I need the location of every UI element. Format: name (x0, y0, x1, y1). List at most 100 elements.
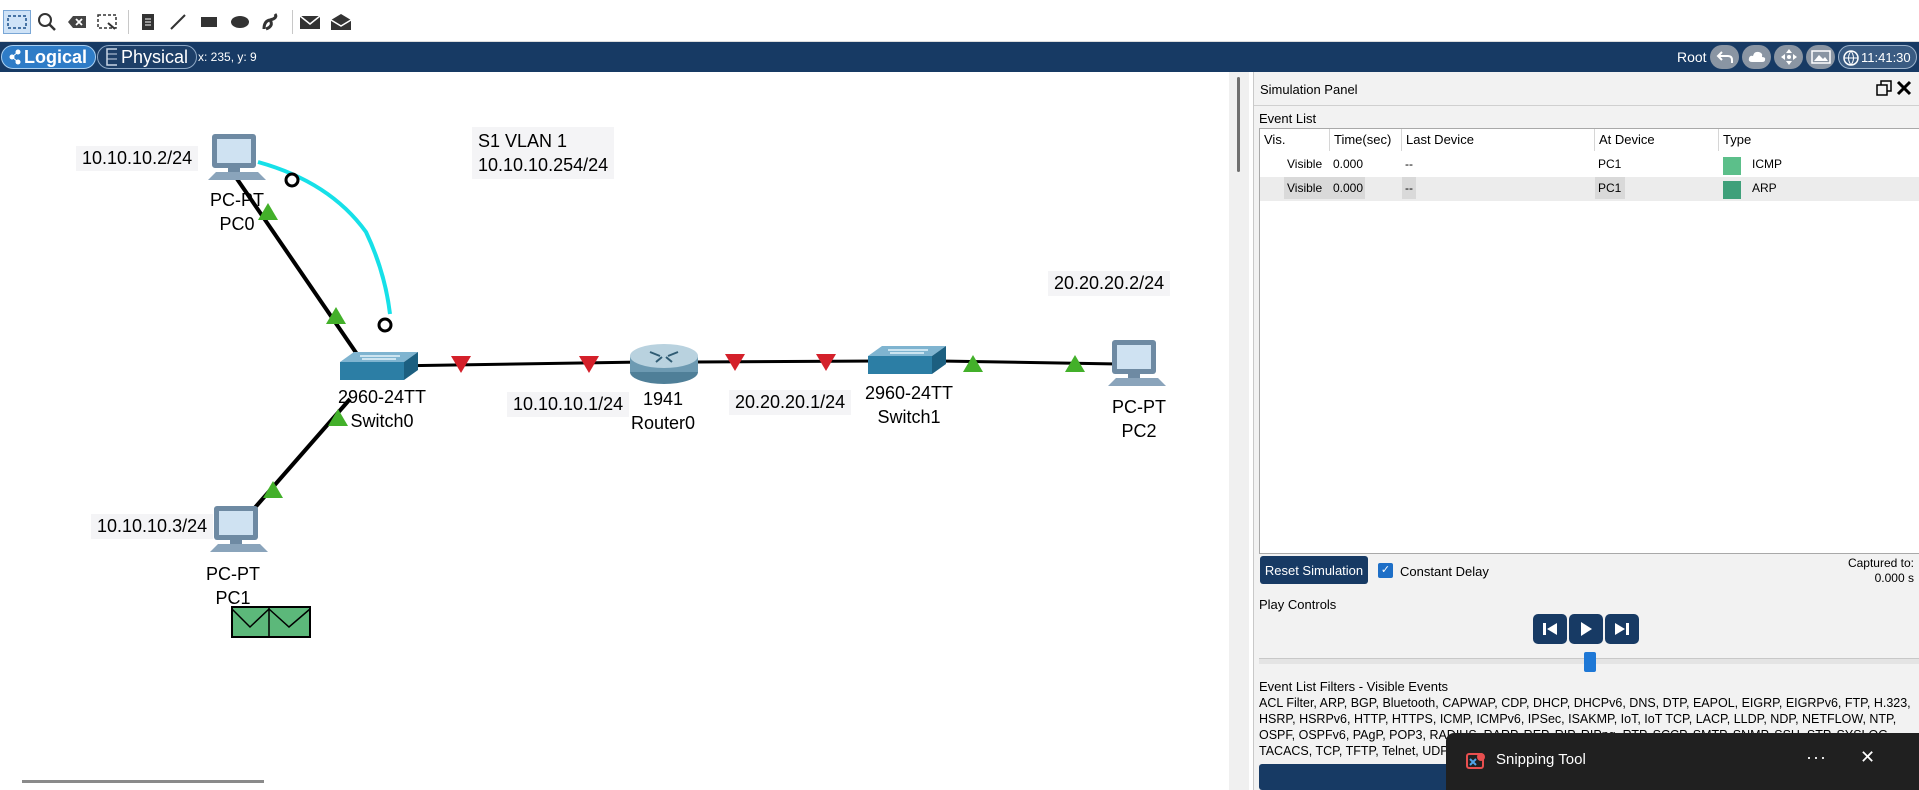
pc1-icon (210, 506, 268, 552)
draw-ellipse-tool-icon[interactable] (226, 10, 254, 34)
play-icon (1581, 622, 1592, 636)
captured-value: 0.000 s (1874, 571, 1914, 585)
pc2-ip-label[interactable]: 20.20.20.2/24 (1048, 271, 1171, 296)
main-toolbar (0, 0, 1919, 42)
router-g1-ip-label[interactable]: 20.20.20.1/24 (729, 390, 852, 415)
root-breadcrumb[interactable]: Root (1677, 49, 1707, 65)
simulation-clock[interactable]: 11:41:30 (1838, 45, 1917, 69)
link-router0-switch1 (694, 359, 881, 364)
pc2-model: PC-PT (1112, 397, 1166, 417)
router0-model: 1941 (642, 389, 684, 409)
event-filters-label: Event List Filters - Visible Events (1259, 679, 1449, 694)
step-back-icon (1543, 623, 1557, 635)
snipping-tool-icon (1466, 753, 1485, 769)
add-simple-pdu-icon[interactable] (296, 10, 324, 34)
column-header-last-device[interactable]: Last Device (1402, 129, 1595, 151)
switch1-label[interactable]: 2960-24TT Switch1 (857, 381, 961, 429)
physical-label: Physical (120, 46, 188, 67)
logical-workspace-canvas[interactable]: S1 VLAN 1 10.10.10.254/24 10.10.10.2/24 … (0, 72, 1229, 790)
event-at-device: PC1 (1598, 157, 1622, 171)
event-last-device: -- (1405, 157, 1413, 171)
event-list-label: Event List (1259, 111, 1317, 126)
step-forward-button[interactable] (1605, 614, 1639, 644)
table-row[interactable]: Visible 0.000 -- PC1 ARP (1260, 177, 1919, 201)
close-icon[interactable] (1895, 77, 1913, 103)
toast-close-icon[interactable]: ✕ (1860, 747, 1875, 768)
more-options-icon[interactable]: ··· (1806, 747, 1827, 768)
column-header-time[interactable]: Time(sec) (1330, 129, 1402, 151)
toast-title: Snipping Tool (1496, 751, 1586, 768)
captured-label: Captured to: (1847, 556, 1914, 570)
play-button[interactable] (1569, 614, 1603, 644)
captured-to-readout: Captured to: 0.000 s (1794, 556, 1914, 586)
play-controls-label: Play Controls (1259, 597, 1337, 612)
physical-view-button[interactable]: Physical (97, 45, 197, 69)
event-last-device: -- (1402, 177, 1416, 199)
cable-endpoint-marker (377, 317, 393, 333)
playback-slider-thumb[interactable] (1583, 652, 1596, 672)
clock-time: 11:41:30 (1861, 49, 1911, 65)
globe-clock-icon (1843, 50, 1859, 66)
draw-line-tool-icon[interactable] (164, 10, 192, 34)
switch1-model: 2960-24TT (864, 383, 954, 403)
switch1-icon (868, 346, 946, 374)
pc0-label[interactable]: PC-PT PC0 (200, 188, 274, 236)
event-color-swatch[interactable] (1723, 181, 1741, 199)
add-complex-pdu-icon[interactable] (327, 10, 355, 34)
resize-tool-icon[interactable] (93, 10, 121, 34)
router-g0-ip-label[interactable]: 10.10.10.1/24 (507, 392, 630, 417)
restore-icon[interactable] (1876, 80, 1892, 101)
pc0-icon (208, 134, 266, 180)
simulation-panel-header: Simulation Panel (1254, 72, 1919, 106)
column-header-type[interactable]: Type (1719, 129, 1919, 151)
pc2-icon (1108, 340, 1166, 386)
pc1-model: PC-PT (206, 564, 260, 584)
select-tool-icon[interactable] (3, 10, 31, 34)
back-arrow-icon[interactable] (1710, 45, 1739, 69)
pc1-name: PC1 (215, 588, 251, 608)
draw-rectangle-tool-icon[interactable] (195, 10, 223, 34)
column-header-vis[interactable]: Vis. (1260, 129, 1330, 151)
horizontal-scrollbar-thumb[interactable] (22, 780, 264, 783)
delete-tool-icon[interactable] (63, 10, 91, 34)
step-back-button[interactable] (1533, 614, 1567, 644)
step-forward-icon (1615, 623, 1629, 635)
pc2-label[interactable]: PC-PT PC2 (1102, 395, 1176, 443)
link-light-switch1-pc2 (963, 355, 983, 372)
topology-drawing (208, 134, 1166, 638)
inspect-tool-icon[interactable] (33, 10, 61, 34)
event-at-device: PC1 (1595, 177, 1625, 199)
freeform-tool-icon[interactable] (257, 10, 285, 34)
pc0-ip-label[interactable]: 10.10.10.2/24 (76, 146, 199, 171)
vlan-note[interactable]: S1 VLAN 1 10.10.10.254/24 (472, 127, 615, 179)
pc1-ip-label[interactable]: 10.10.10.3/24 (91, 514, 214, 539)
logical-view-button[interactable]: Logical (1, 45, 96, 69)
table-row[interactable]: Visible 0.000 -- PC1 ICMP (1260, 153, 1919, 177)
constant-delay-label: Constant Delay (1400, 564, 1489, 579)
vertical-scrollbar-thumb[interactable] (1237, 77, 1240, 172)
column-header-at-device[interactable]: At Device (1595, 129, 1719, 151)
switch0-label[interactable]: 2960-24TT Switch0 (330, 385, 434, 433)
snipping-tool-notification[interactable]: Snipping Tool ··· ✕ (1446, 733, 1919, 790)
event-type: ARP (1752, 181, 1777, 195)
place-note-tool-icon[interactable] (134, 10, 162, 34)
toolbar-separator (128, 10, 129, 34)
router0-label[interactable]: 1941 Router0 (623, 387, 703, 435)
cloud-icon[interactable] (1742, 45, 1771, 69)
navigation-icon[interactable] (1774, 45, 1803, 69)
pc1-label[interactable]: PC-PT PC1 (196, 562, 270, 610)
packet-tracer-window: Logical Physical x: 235, y: 9 Root 11:41… (0, 0, 1919, 790)
event-vis: Visible (1284, 177, 1330, 199)
constant-delay-checkbox[interactable]: ✓ (1378, 563, 1393, 578)
workspace-nav-bar: Logical Physical x: 235, y: 9 Root 11:41… (0, 42, 1919, 72)
switch0-name: Switch0 (350, 411, 414, 431)
event-type: ICMP (1752, 157, 1782, 171)
event-vis: Visible (1287, 157, 1323, 171)
event-color-swatch[interactable] (1723, 157, 1741, 175)
viewport-image-icon[interactable] (1806, 45, 1835, 69)
pdu-envelope-icon (231, 606, 311, 638)
reset-simulation-button[interactable]: Reset Simulation (1260, 556, 1368, 584)
workspace-vertical-scrollbar[interactable] (1229, 72, 1249, 790)
switch0-icon (340, 352, 418, 380)
simulation-panel-title: Simulation Panel (1260, 82, 1358, 97)
